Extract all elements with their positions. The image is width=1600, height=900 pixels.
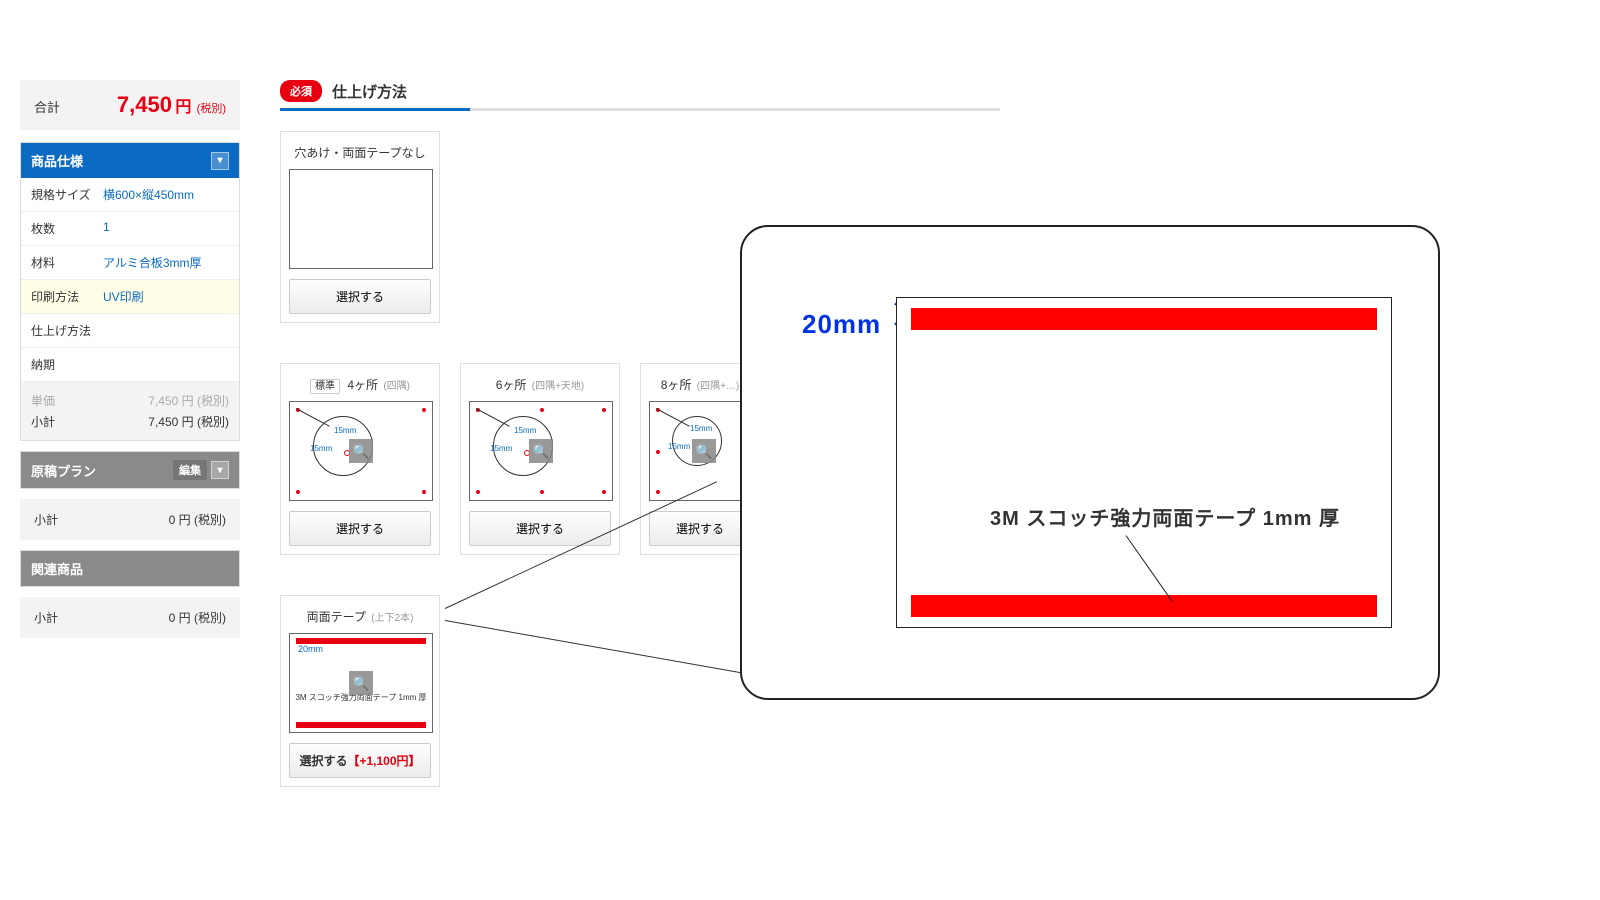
select-button-none[interactable]: 選択する [289,279,431,314]
option-title: 穴あけ・両面テープなし [289,140,431,169]
option-preview-none[interactable] [289,169,433,269]
plan-panel-head: 原稿プラン 編集 ▾ [21,452,239,488]
required-badge: 必須 [280,80,322,102]
related-sub-value: 0 円 (税別) [169,609,226,626]
related-panel: 関連商品 [20,550,240,587]
total-price: 7,450 [117,92,172,117]
zoom-icon[interactable]: 🔍 [529,439,553,463]
total-tax: (税別) [197,103,226,115]
callout-caption: 3M スコッチ強力両面テープ 1mm 厚 [946,502,1384,531]
spec-row-finish[interactable]: 仕上げ方法 [21,314,239,348]
subtotal-value: 7,450 円 (税別) [148,413,229,430]
unit-label: 単価 [31,392,55,409]
related-subtotal-box: 小計 0 円 (税別) [20,597,240,638]
plan-sub-label: 小計 [34,511,58,528]
callout-width-label: 20mm [802,309,881,340]
sidebar: 合計 7,450 円 (税別) 商品仕様 ▾ 規格サイズ 横600×縦450mm… [20,80,240,648]
option-card-6holes: 6ヶ所 (四隅+天地) 15mm 15mm 🔍 選択する [460,363,620,555]
spec-price-box: 単価 7,450 円 (税別) 小計 7,450 円 (税別) [21,382,239,440]
plan-toggle-button[interactable]: ▾ [211,461,229,479]
total-box: 合計 7,450 円 (税別) [20,80,240,130]
spec-row-size[interactable]: 規格サイズ 横600×縦450mm [21,178,239,212]
detail-callout: 20mm 3M スコッチ強力両面テープ 1mm 厚 [740,225,1440,700]
zoom-icon[interactable]: 🔍 [692,439,716,463]
total-currency: 円 [175,99,191,116]
spec-panel-head: 商品仕様 ▾ [21,143,239,178]
select-button-4holes[interactable]: 選択する [289,511,431,546]
spec-row-qty[interactable]: 枚数 1 [21,212,239,246]
callout-tape-top [911,308,1377,330]
select-button-tape[interactable]: 選択する【+1,100円】 [289,743,431,778]
option-card-4holes: 標準 4ヶ所 (四隅) 15mm 15mm 🔍 選択する [280,363,440,555]
option-title: 標準 4ヶ所 (四隅) [289,372,431,401]
progress-line [280,108,1000,111]
callout-board [896,297,1392,628]
zoom-icon[interactable]: 🔍 [349,671,373,695]
subtotal-label: 小計 [31,413,55,430]
option-title: 両面テープ (上下2本) [289,604,431,633]
select-button-8holes[interactable]: 選択する [649,511,751,546]
option-preview-tape[interactable]: 20mm 3M スコッチ強力両面テープ 1mm 厚 🔍 [289,633,433,733]
plan-panel: 原稿プラン 編集 ▾ [20,451,240,489]
option-card-tape: 両面テープ (上下2本) 20mm 3M スコッチ強力両面テープ 1mm 厚 🔍… [280,595,440,787]
spec-row-print[interactable]: 印刷方法 UV印刷 [21,280,239,314]
section-head: 必須 仕上げ方法 [280,80,1000,102]
plan-sub-value: 0 円 (税別) [169,511,226,528]
option-preview-6holes[interactable]: 15mm 15mm 🔍 [469,401,613,501]
section-title: 仕上げ方法 [332,81,407,102]
related-heading: 関連商品 [31,559,83,578]
plan-edit-button[interactable]: 編集 [173,460,207,480]
total-label: 合計 [34,97,60,116]
related-sub-label: 小計 [34,609,58,626]
callout-tape-bottom [911,595,1377,617]
option-title: 8ヶ所 (四隅+…) [649,372,751,401]
plan-subtotal-box: 小計 0 円 (税別) [20,499,240,540]
plan-heading: 原稿プラン [31,461,96,480]
option-preview-4holes[interactable]: 15mm 15mm 🔍 [289,401,433,501]
tape-width-label: 20mm [298,644,323,654]
standard-badge: 標準 [310,379,340,394]
option-title: 6ヶ所 (四隅+天地) [469,372,611,401]
spec-row-delivery[interactable]: 納期 [21,348,239,382]
spec-row-material[interactable]: 材料 アルミ合板3mm厚 [21,246,239,280]
related-panel-head: 関連商品 [21,551,239,586]
spec-panel: 商品仕様 ▾ 規格サイズ 横600×縦450mm 枚数 1 材料 アルミ合板3m… [20,142,240,441]
spec-toggle-button[interactable]: ▾ [211,152,229,170]
unit-value: 7,450 円 (税別) [148,392,229,409]
zoom-icon[interactable]: 🔍 [349,439,373,463]
spec-heading: 商品仕様 [31,151,83,170]
option-card-none: 穴あけ・両面テープなし 選択する [280,131,440,323]
